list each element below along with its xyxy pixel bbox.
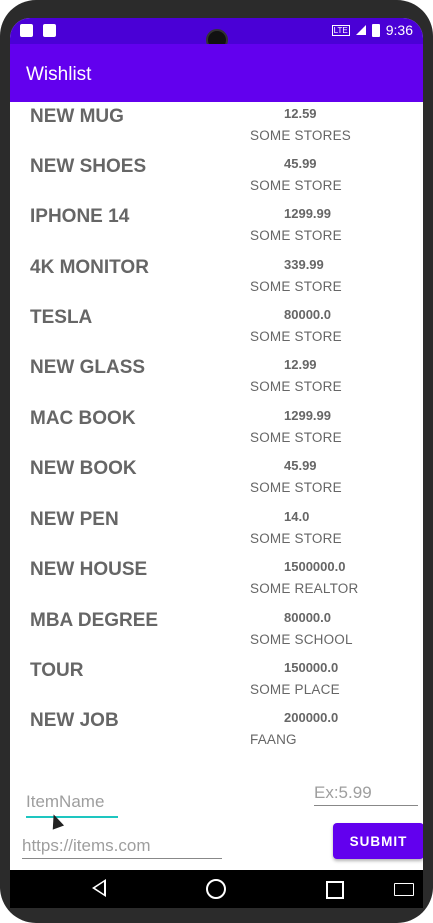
- wishlist-list[interactable]: NEW MUG 12.59 SOME STORES NEW SHOES 45.9…: [10, 102, 423, 744]
- item-name: NEW SHOES: [30, 156, 147, 177]
- list-item[interactable]: NEW BOOK 45.99 SOME STORE: [10, 454, 423, 504]
- item-price: 339.99: [284, 257, 324, 272]
- battery-icon: [371, 23, 380, 37]
- url-input[interactable]: https://items.com: [22, 836, 222, 859]
- android-icon: [43, 24, 56, 37]
- device-frame: LTE 9:36 Wishlist NEW MUG 12.59 SOME STO…: [0, 0, 433, 923]
- add-item-form: ItemName Ex:5.99 https://items.com SUBMI…: [10, 744, 423, 878]
- item-store: SOME REALTOR: [250, 581, 359, 596]
- list-item[interactable]: NEW SHOES 45.99 SOME STORE: [10, 152, 423, 202]
- navigation-bar: [10, 870, 423, 908]
- lte-icon: LTE: [331, 24, 350, 36]
- price-input[interactable]: Ex:5.99: [314, 783, 418, 806]
- list-item[interactable]: 4K MONITOR 339.99 SOME STORE: [10, 253, 423, 303]
- notification-icons: [20, 24, 56, 37]
- item-name: 4K MONITOR: [30, 257, 149, 278]
- item-name: NEW MUG: [30, 106, 124, 127]
- list-item[interactable]: MAC BOOK 1299.99 SOME STORE: [10, 404, 423, 454]
- item-store: SOME STORE: [250, 279, 342, 294]
- item-store: SOME STORE: [250, 228, 342, 243]
- item-store: SOME SCHOOL: [250, 632, 353, 647]
- item-price: 12.99: [284, 357, 317, 372]
- item-store: SOME STORE: [250, 178, 342, 193]
- item-name: NEW JOB: [30, 710, 119, 731]
- item-store: SOME STORE: [250, 430, 342, 445]
- item-price: 1299.99: [284, 206, 331, 221]
- list-item[interactable]: NEW HOUSE 1500000.0 SOME REALTOR: [10, 555, 423, 605]
- list-item[interactable]: NEW GLASS 12.99 SOME STORE: [10, 353, 423, 403]
- item-name-input[interactable]: ItemName: [26, 792, 118, 818]
- item-name: TESLA: [30, 307, 93, 328]
- item-price: 1299.99: [284, 408, 331, 423]
- item-store: SOME STORE: [250, 329, 342, 344]
- item-price: 12.59: [284, 106, 317, 121]
- item-store: SOME STORE: [250, 379, 342, 394]
- item-price: 45.99: [284, 156, 317, 171]
- submit-button[interactable]: SUBMIT: [333, 823, 423, 859]
- item-name: MAC BOOK: [30, 408, 136, 429]
- list-item[interactable]: IPHONE 14 1299.99 SOME STORE: [10, 202, 423, 252]
- list-item[interactable]: TESLA 80000.0 SOME STORE: [10, 303, 423, 353]
- item-price: 14.0: [284, 509, 310, 524]
- item-name: NEW GLASS: [30, 357, 146, 378]
- list-item[interactable]: NEW JOB 200000.0 FAANG: [10, 706, 423, 744]
- item-store: SOME STORE: [250, 531, 342, 546]
- item-store: FAANG: [250, 732, 297, 744]
- item-name: TOUR: [30, 660, 84, 681]
- item-price: 200000.0: [284, 710, 339, 725]
- item-price: 150000.0: [284, 660, 339, 675]
- item-name: NEW PEN: [30, 509, 119, 530]
- screen: LTE 9:36 Wishlist NEW MUG 12.59 SOME STO…: [10, 18, 423, 908]
- item-name: NEW HOUSE: [30, 559, 148, 580]
- item-price: 80000.0: [284, 307, 331, 322]
- list-item[interactable]: MBA DEGREE 80000.0 SOME SCHOOL: [10, 606, 423, 656]
- list-item[interactable]: NEW PEN 14.0 SOME STORE: [10, 505, 423, 555]
- item-name: NEW BOOK: [30, 458, 137, 479]
- item-store: SOME STORES: [250, 128, 351, 143]
- item-price: 45.99: [284, 458, 317, 473]
- recents-icon[interactable]: [326, 881, 344, 899]
- app-title: Wishlist: [26, 64, 92, 85]
- home-icon[interactable]: [206, 879, 226, 899]
- item-name: MBA DEGREE: [30, 610, 159, 631]
- item-price: 80000.0: [284, 610, 331, 625]
- list-item[interactable]: NEW MUG 12.59 SOME STORES: [10, 102, 423, 152]
- item-store: SOME STORE: [250, 480, 342, 495]
- item-price: 1500000.0: [284, 559, 346, 574]
- sd-card-icon: [20, 24, 33, 37]
- signal-icon: [355, 25, 366, 35]
- keyboard-icon[interactable]: [394, 883, 414, 896]
- back-icon[interactable]: [92, 879, 106, 897]
- clock: 9:36: [385, 22, 413, 38]
- app-bar: Wishlist: [10, 44, 423, 102]
- status-indicators: LTE 9:36: [331, 22, 413, 38]
- item-store: SOME PLACE: [250, 682, 340, 697]
- item-name: IPHONE 14: [30, 206, 130, 227]
- list-item[interactable]: TOUR 150000.0 SOME PLACE: [10, 656, 423, 706]
